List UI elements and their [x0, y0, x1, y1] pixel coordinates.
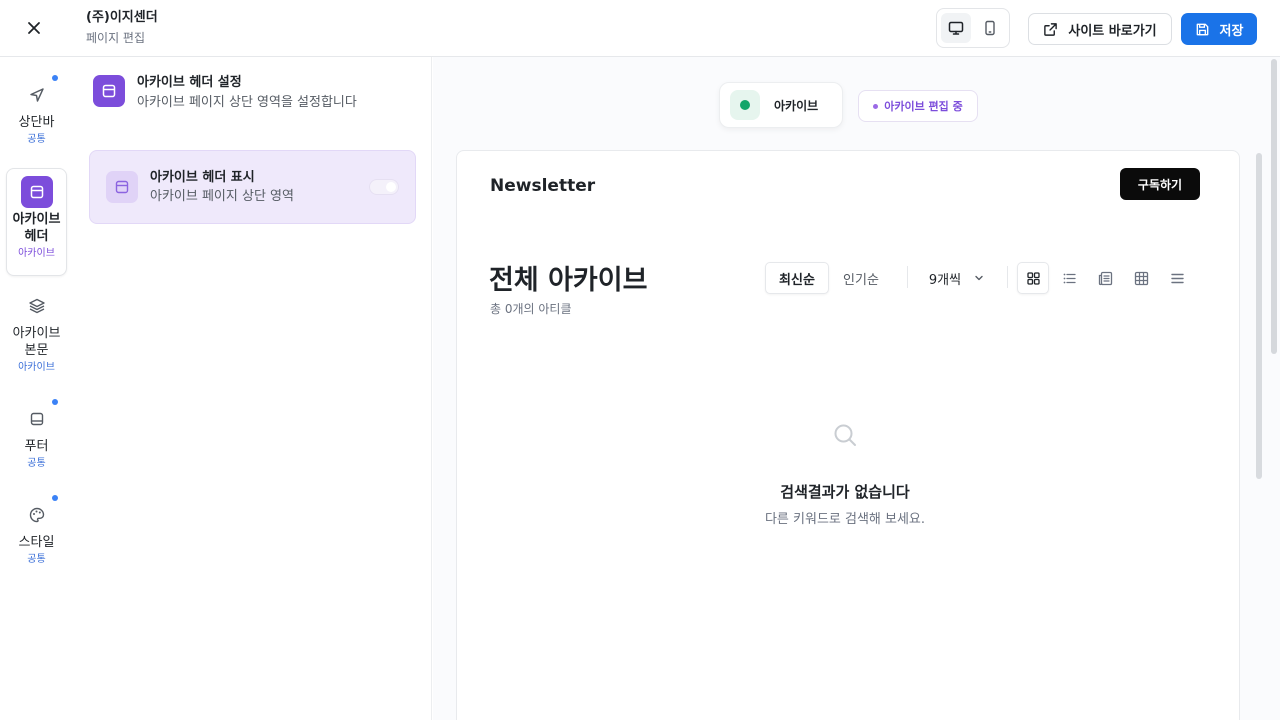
notification-dot [51, 75, 58, 81]
grid-icon [1026, 271, 1040, 285]
save-button[interactable]: 저장 [1181, 13, 1257, 45]
toggle-knob [386, 182, 396, 192]
status-dot [740, 100, 750, 110]
close-button[interactable] [22, 16, 46, 40]
page-tab-archive[interactable]: 아카이브 [719, 82, 843, 128]
layout-icon [30, 185, 43, 199]
external-link-icon [1044, 22, 1058, 36]
top-bar: (주)이지센더 페이지 편집 사이트 바로가기 저장 [0, 0, 1280, 57]
notification-dot [51, 399, 58, 405]
footer-icon [30, 412, 43, 426]
rail-item-archive-body[interactable]: 아카이브 본문 아카이브 [6, 290, 67, 375]
rail-icon-wrap [21, 495, 58, 531]
rail-sub-label: 공통 [27, 554, 46, 565]
editing-badge: 아카이브 편집 중 [858, 90, 978, 122]
mobile-view-button[interactable] [975, 13, 1005, 43]
save-label: 저장 [1219, 23, 1244, 39]
panel-header: 아카이브 헤더 설정 아카이브 페이지 상단 영역을 설정합니다 [93, 75, 357, 112]
rail-sub-label: 공통 [27, 458, 46, 469]
per-page-value: 9개씩 [928, 272, 962, 288]
settings-panel: 아카이브 헤더 설정 아카이브 페이지 상단 영역을 설정합니다 아카이브 헤더… [73, 57, 432, 720]
divider [1007, 266, 1008, 288]
sort-popular-button[interactable]: 인기순 [829, 262, 893, 294]
rail-sub-label: 공통 [27, 134, 46, 145]
grid-view-button[interactable] [1017, 262, 1049, 294]
sort-latest-button[interactable]: 최신순 [765, 262, 829, 294]
page-tab-label: 아카이브 [774, 98, 819, 113]
rail-item-footer[interactable]: 푸터 공통 [6, 399, 67, 471]
rail-icon-wrap [20, 176, 53, 208]
site-name: (주)이지센더 [86, 10, 158, 25]
header-visibility-toggle[interactable] [369, 179, 399, 195]
rail-item-style[interactable]: 스타일 공통 [6, 495, 67, 567]
newspaper-icon [1098, 271, 1112, 285]
search-icon [834, 424, 856, 446]
panel-title: 아카이브 헤더 설정 [137, 75, 242, 90]
compact-view-button[interactable] [1161, 262, 1193, 294]
editing-label: 아카이브 편집 중 [884, 100, 963, 113]
rail-item-archive-header[interactable]: 아카이브 헤더 아카이브 [6, 168, 67, 276]
status-dot-wrap [730, 90, 760, 120]
visit-site-button[interactable]: 사이트 바로가기 [1028, 13, 1172, 45]
view-mode-group [1017, 262, 1193, 294]
rail-item-topbar[interactable]: 상단바 공통 [6, 75, 67, 147]
chevron-down-icon [975, 275, 983, 281]
per-page-select[interactable]: 9개씩 [917, 262, 997, 294]
layout-icon [102, 84, 116, 98]
list-icon [1063, 273, 1076, 283]
preview-frame: Newsletter 구독하기 전체 아카이브 총 0개의 아티클 최신순 인기… [456, 150, 1262, 720]
palette-icon [29, 507, 44, 523]
page-scrollbar[interactable] [1270, 57, 1278, 717]
layout-icon [115, 180, 129, 194]
rail-sub-label: 아카이브 [18, 248, 55, 259]
rail-label: 아카이브 헤더 [12, 212, 61, 244]
sort-group: 최신순 인기순 [765, 262, 893, 294]
empty-title: 검색결과가 없습니다 [780, 483, 910, 501]
monitor-icon [948, 21, 964, 35]
table-view-button[interactable] [1125, 262, 1157, 294]
editing-dot [873, 103, 879, 109]
section-rail: 상단바 공통 아카이브 헤더 아카이브 아카이브 본문 아카이브 푸터 공통 스… [0, 57, 73, 720]
rail-sub-label: 아카이브 [18, 362, 55, 373]
desktop-view-button[interactable] [941, 13, 971, 43]
subscribe-button[interactable]: 구독하기 [1120, 168, 1200, 200]
brand-title: Newsletter [490, 176, 596, 196]
preview-area: 아카이브 아카이브 편집 중 Newsletter 구독하기 전체 아카이브 총… [433, 57, 1280, 720]
table-icon [1134, 271, 1148, 285]
header-visibility-card[interactable]: 아카이브 헤더 표시 아카이브 페이지 상단 영역 [89, 150, 416, 224]
archive-title: 전체 아카이브 [489, 265, 648, 296]
smartphone-icon [985, 20, 995, 36]
rail-label: 상단바 [18, 115, 55, 130]
notification-dot [51, 495, 58, 501]
list-view-button[interactable] [1053, 262, 1085, 294]
title-block: (주)이지센더 페이지 편집 [86, 9, 158, 47]
page-subtitle: 페이지 편집 [86, 31, 146, 45]
panel-description: 아카이브 페이지 상단 영역을 설정합니다 [137, 95, 357, 110]
panel-icon-wrap [93, 75, 125, 107]
card-icon-wrap [106, 171, 138, 203]
menu-icon [1170, 273, 1184, 283]
empty-state: 검색결과가 없습니다 다른 키워드로 검색해 보세요. [457, 421, 1233, 527]
layers-icon [28, 298, 45, 314]
rail-label: 푸터 [24, 439, 49, 454]
scrollbar-thumb[interactable] [1271, 59, 1277, 354]
preview-scrollbar[interactable] [1256, 153, 1262, 479]
device-toggle [936, 8, 1010, 48]
rail-label: 스타일 [18, 535, 55, 550]
archive-count: 총 0개의 아티클 [490, 302, 572, 316]
rail-icon-wrap [21, 399, 58, 435]
send-icon [29, 88, 44, 102]
rail-icon-wrap [21, 290, 53, 322]
card-description: 아카이브 페이지 상단 영역 [150, 188, 294, 204]
save-icon [1196, 23, 1208, 35]
visit-site-label: 사이트 바로가기 [1068, 23, 1157, 39]
close-icon [28, 22, 40, 34]
empty-description: 다른 키워드로 검색해 보세요. [764, 512, 926, 527]
rail-icon-wrap [21, 75, 58, 111]
rail-label: 아카이브 본문 [12, 326, 61, 358]
divider [907, 266, 908, 288]
card-title: 아카이브 헤더 표시 [150, 169, 255, 185]
magazine-view-button[interactable] [1089, 262, 1121, 294]
